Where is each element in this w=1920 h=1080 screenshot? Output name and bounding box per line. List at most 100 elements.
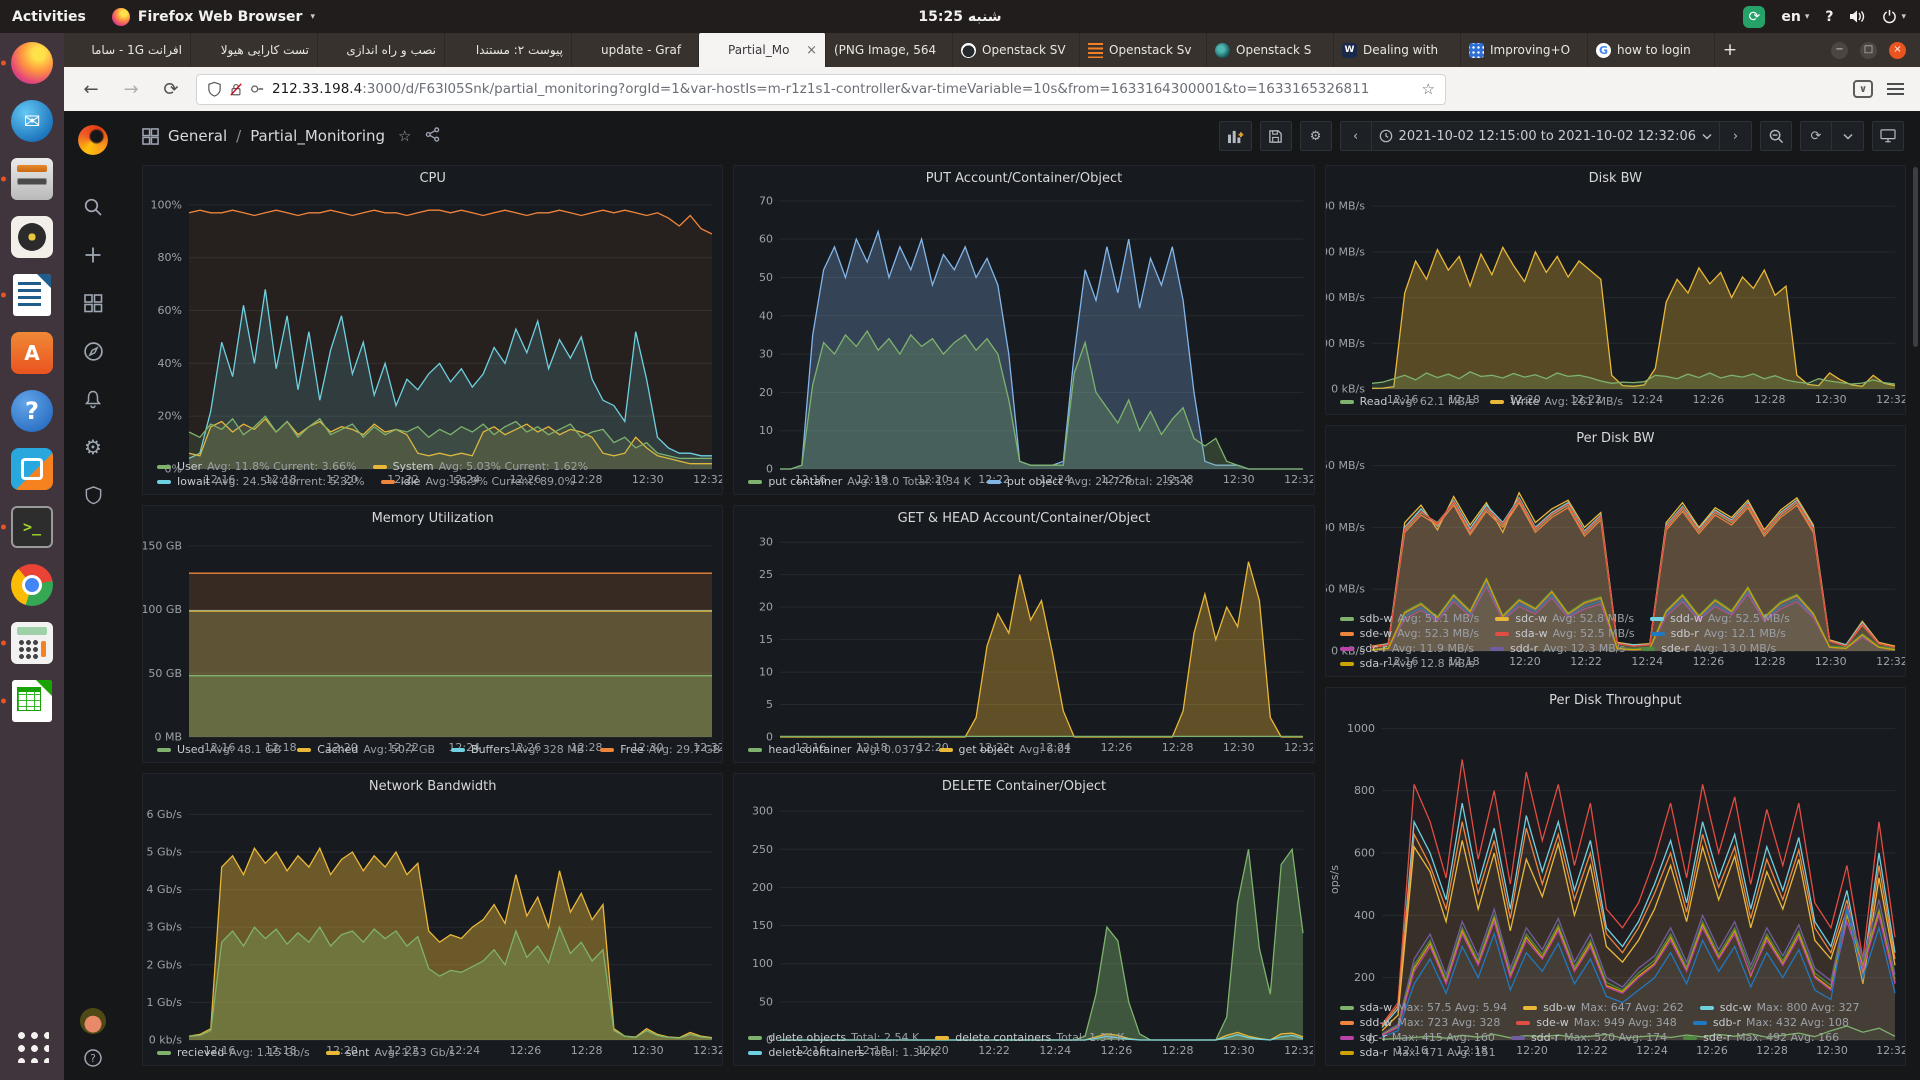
legend-series-name[interactable]: Iowait bbox=[177, 474, 210, 489]
legend-series-name[interactable]: sdc-r bbox=[1360, 641, 1387, 656]
sync-indicator-icon[interactable]: ⟳ bbox=[1743, 6, 1765, 28]
show-applications-button[interactable] bbox=[8, 1022, 56, 1070]
legend-series-name[interactable]: User bbox=[177, 459, 202, 474]
zoom-out-button[interactable] bbox=[1760, 121, 1792, 151]
legend-series-name[interactable]: sent bbox=[346, 1045, 370, 1060]
legend-series-name[interactable]: delete objects bbox=[768, 1030, 846, 1045]
clock[interactable]: شنبه 15:25 bbox=[918, 9, 1001, 25]
browser-tab-3[interactable]: پیوست ۲: مستندا bbox=[445, 33, 572, 67]
pocket-icon[interactable]: ∨ bbox=[1853, 80, 1873, 98]
per-disk-bw-chart[interactable]: 0 kB/s50 MB/s100 MB/s150 MB/s12:1612:181… bbox=[1326, 451, 1905, 610]
permissions-icon[interactable] bbox=[250, 84, 265, 94]
network-chart[interactable]: 0 kb/s1 Gb/s2 Gb/s3 Gb/s4 Gb/s5 Gb/s6 Gb… bbox=[143, 799, 722, 1044]
legend-series-name[interactable]: sdd-r bbox=[1531, 1030, 1559, 1045]
legend-series-name[interactable]: sdb-r bbox=[1713, 1015, 1741, 1030]
save-dashboard-button[interactable] bbox=[1260, 121, 1292, 151]
browser-tab-7[interactable]: Openstack SV bbox=[953, 33, 1080, 67]
browser-tab-9[interactable]: Openstack S bbox=[1207, 33, 1334, 67]
legend-series-name[interactable]: sdd-r bbox=[1510, 641, 1538, 656]
dock-item-terminal[interactable]: >_ bbox=[8, 503, 56, 551]
sidebar-explore-icon[interactable] bbox=[71, 329, 115, 373]
share-icon[interactable] bbox=[425, 127, 440, 146]
tracking-shield-icon[interactable] bbox=[207, 81, 222, 97]
browser-tab-10[interactable]: WDealing with bbox=[1334, 33, 1461, 67]
back-button[interactable]: ← bbox=[76, 74, 106, 104]
legend-series-name[interactable]: sda-w bbox=[1515, 626, 1547, 641]
legend-series-name[interactable]: sdb-r bbox=[1671, 626, 1699, 641]
refresh-interval-dropdown[interactable] bbox=[1832, 121, 1864, 151]
keyboard-layout-indicator[interactable]: en▾ bbox=[1781, 9, 1809, 25]
dashboard-grid-icon[interactable] bbox=[142, 128, 159, 145]
legend-series-name[interactable]: delete containers bbox=[955, 1030, 1051, 1045]
dock-item-help[interactable]: ? bbox=[8, 387, 56, 435]
browser-tab-6[interactable]: (PNG Image, 564 bbox=[826, 33, 953, 67]
legend-series-name[interactable]: head container bbox=[768, 742, 851, 757]
new-tab-button[interactable]: + bbox=[1715, 33, 1745, 67]
dock-item-localc[interactable] bbox=[8, 677, 56, 725]
legend-series-name[interactable]: sdc-r bbox=[1360, 1030, 1387, 1045]
url-text[interactable]: 212.33.198.4:3000/d/F63l05Snk/partial_mo… bbox=[272, 81, 1415, 97]
legend-series-name[interactable]: Buffers bbox=[471, 742, 510, 757]
dashboard-settings-button[interactable]: ⚙ bbox=[1300, 121, 1332, 151]
activities-button[interactable]: Activities bbox=[12, 9, 86, 25]
minimize-button[interactable]: − bbox=[1831, 42, 1848, 59]
legend-series-name[interactable]: get object bbox=[959, 742, 1014, 757]
browser-tab-0[interactable]: افرانت 1G - ساما bbox=[64, 33, 191, 67]
bookmark-star-icon[interactable]: ☆ bbox=[1422, 80, 1435, 98]
insecure-lock-icon[interactable] bbox=[229, 82, 243, 97]
dock-item-thunderbird[interactable]: ✉ bbox=[8, 97, 56, 145]
url-bar[interactable]: 212.33.198.4:3000/d/F63l05Snk/partial_mo… bbox=[196, 74, 1446, 105]
legend-series-name[interactable]: sdc-w bbox=[1515, 611, 1547, 626]
legend-series-name[interactable]: idle bbox=[401, 474, 421, 489]
kiosk-mode-button[interactable] bbox=[1872, 121, 1904, 151]
maximize-button[interactable]: □ bbox=[1860, 42, 1877, 59]
cpu-chart[interactable]: 0%20%40%60%80%100%12:1612:1812:2012:2212… bbox=[143, 191, 722, 458]
dock-item-firefox[interactable] bbox=[8, 39, 56, 87]
browser-tab-4[interactable]: update - Graf bbox=[572, 33, 699, 67]
legend-series-name[interactable]: sda-r bbox=[1360, 656, 1388, 671]
get-head-chart[interactable]: 05101520253012:1612:1812:2012:2212:2412:… bbox=[734, 531, 1313, 741]
legend-series-name[interactable]: Used bbox=[177, 742, 205, 757]
browser-tab-5[interactable]: Partial_Mo× bbox=[699, 33, 826, 67]
legend-series-name[interactable]: recieved bbox=[177, 1045, 224, 1060]
legend-series-name[interactable]: sdc-w bbox=[1720, 1000, 1752, 1015]
time-range-forward-button[interactable]: › bbox=[1720, 121, 1752, 151]
panel-title[interactable]: DELETE Container/Object bbox=[734, 774, 1313, 799]
volume-icon[interactable] bbox=[1849, 9, 1866, 24]
user-avatar[interactable] bbox=[80, 1008, 106, 1034]
legend-series-name[interactable]: Free bbox=[620, 742, 643, 757]
breadcrumb-folder[interactable]: General bbox=[168, 127, 227, 145]
dock-item-chrome[interactable] bbox=[8, 561, 56, 609]
dock-item-writer[interactable] bbox=[8, 271, 56, 319]
legend-series-name[interactable]: put container bbox=[768, 474, 842, 489]
add-panel-button[interactable] bbox=[1219, 121, 1252, 151]
forward-button[interactable]: → bbox=[116, 74, 146, 104]
panel-title[interactable]: CPU bbox=[143, 166, 722, 191]
menu-icon[interactable] bbox=[1887, 80, 1904, 98]
browser-tab-1[interactable]: تست کارایی هیولا bbox=[191, 33, 318, 67]
power-icon[interactable]: ▾ bbox=[1882, 9, 1906, 24]
favorite-star-icon[interactable]: ☆ bbox=[398, 127, 411, 145]
refresh-button[interactable]: ⟳ bbox=[1800, 121, 1832, 151]
dock-item-calc[interactable] bbox=[8, 619, 56, 667]
dock-item-speaker[interactable] bbox=[8, 213, 56, 261]
time-range-picker[interactable]: 2021-10-02 12:15:00 to 2021-10-02 12:32:… bbox=[1372, 121, 1720, 151]
close-button[interactable]: × bbox=[1889, 42, 1906, 59]
legend-series-name[interactable]: sda-r bbox=[1360, 1045, 1388, 1060]
dock-item-vmware[interactable] bbox=[8, 445, 56, 493]
sidebar-dashboards-icon[interactable] bbox=[71, 281, 115, 325]
legend-series-name[interactable]: sde-r bbox=[1703, 1030, 1731, 1045]
help-indicator[interactable]: ? bbox=[1825, 9, 1833, 25]
sidebar-help-icon[interactable]: ? bbox=[71, 1048, 115, 1068]
scrollbar[interactable] bbox=[1913, 167, 1918, 347]
panel-title[interactable]: Network Bandwidth bbox=[143, 774, 722, 799]
legend-series-name[interactable]: System bbox=[393, 459, 434, 474]
tab-close-icon[interactable]: × bbox=[804, 43, 817, 58]
legend-series-name[interactable]: delete containers bbox=[768, 1045, 864, 1060]
legend-series-name[interactable]: Read bbox=[1360, 394, 1388, 409]
panel-title[interactable]: Disk BW bbox=[1326, 166, 1905, 191]
legend-series-name[interactable]: sdd-w bbox=[1360, 1015, 1393, 1030]
put-chart[interactable]: 01020304050607012:1612:1812:2012:2212:24… bbox=[734, 191, 1313, 473]
legend-series-name[interactable]: sdd-w bbox=[1670, 611, 1703, 626]
legend-series-name[interactable]: sde-w bbox=[1536, 1015, 1568, 1030]
